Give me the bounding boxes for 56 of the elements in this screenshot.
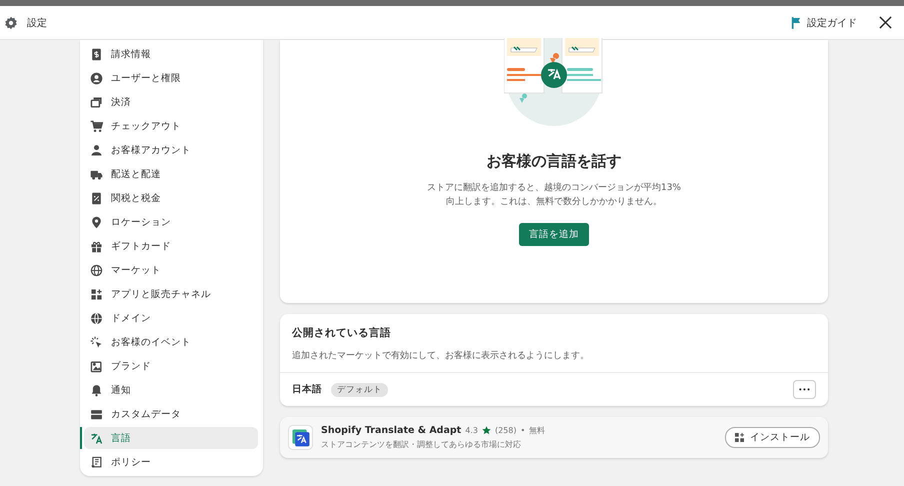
install-button[interactable]: インストール — [725, 427, 820, 448]
folder-icon — [90, 408, 103, 420]
flag-icon — [791, 16, 801, 28]
apps-icon — [735, 433, 744, 442]
apps-icon — [90, 288, 103, 300]
language-name: 日本語 — [292, 383, 322, 396]
sidebar-item[interactable]: 決済 — [84, 91, 258, 113]
hero-title: お客様の言語を話す — [486, 152, 622, 171]
pin-icon — [90, 216, 103, 228]
app-rating: 4.3 — [465, 426, 478, 435]
section-title: 公開されている言語 — [292, 326, 392, 340]
app-price: 無料 — [529, 425, 546, 436]
sidebar-item[interactable]: 通知 — [84, 379, 258, 401]
sidebar-item[interactable]: ユーザーと権限 — [84, 67, 258, 89]
dollar-icon — [90, 48, 103, 60]
document-icon — [90, 456, 103, 468]
star-icon — [482, 426, 491, 435]
sidebar-item[interactable]: アプリと販売チャネル — [84, 283, 258, 305]
sidebar-item[interactable]: 配送と配達 — [84, 163, 258, 185]
review-count: (258) — [494, 426, 516, 435]
card-icon — [90, 96, 103, 108]
sidebar-item[interactable]: ブランド — [84, 355, 258, 377]
cart-icon — [90, 120, 103, 132]
person-icon — [90, 72, 103, 84]
sidebar-item[interactable]: ロケーション — [84, 211, 258, 233]
separator-dot: • — [520, 426, 526, 435]
sidebar-item[interactable]: ポリシー — [84, 451, 258, 473]
sidebar-item[interactable]: お客様のイベント — [84, 331, 258, 353]
settings-icon — [4, 16, 18, 30]
person-icon — [90, 144, 103, 156]
translate-app-icon — [288, 425, 313, 450]
sidebar-item[interactable]: ギフトカード — [84, 235, 258, 257]
globe-icon — [90, 264, 103, 276]
cursor-sparkle-icon — [90, 336, 103, 348]
setup-guide-link[interactable]: 設定ガイド — [791, 16, 857, 30]
globe-icon — [90, 312, 103, 324]
bell-icon — [90, 384, 103, 396]
section-description: 追加されたマーケットで有効にして、お客様に表示されるようにします。 — [292, 350, 590, 362]
settings-title: 設定 — [27, 16, 47, 30]
default-badge: デフォルト — [331, 382, 388, 396]
translate-icon — [90, 432, 103, 444]
sidebar-item[interactable]: 関税と税金 — [84, 187, 258, 209]
app-name: Shopify Translate & Adapt — [321, 425, 462, 436]
hero-description: ストアに翻訳を追加すると、越境のコンバージョンが平均13% 向上します。これは、無料で数分しかかかりません。 — [426, 182, 681, 209]
add-language-button[interactable]: 言語を追加 — [519, 223, 589, 246]
sidebar-item[interactable]: マーケット — [84, 259, 258, 281]
sidebar-item[interactable]: ドメイン — [84, 307, 258, 329]
close-button[interactable] — [877, 14, 894, 31]
app-description: ストアコンテンツを翻訳・調整してあらゆる市場に対応 — [321, 439, 522, 450]
gift-icon — [90, 240, 103, 252]
sidebar-item[interactable]: チェックアウト — [84, 115, 258, 137]
image-icon — [90, 360, 103, 372]
percent-icon — [90, 192, 103, 204]
sidebar-item[interactable]: お客様アカウント — [84, 139, 258, 161]
sidebar-item[interactable]: 請求情報 — [84, 43, 258, 65]
sidebar-item[interactable]: カスタムデータ — [84, 403, 258, 425]
